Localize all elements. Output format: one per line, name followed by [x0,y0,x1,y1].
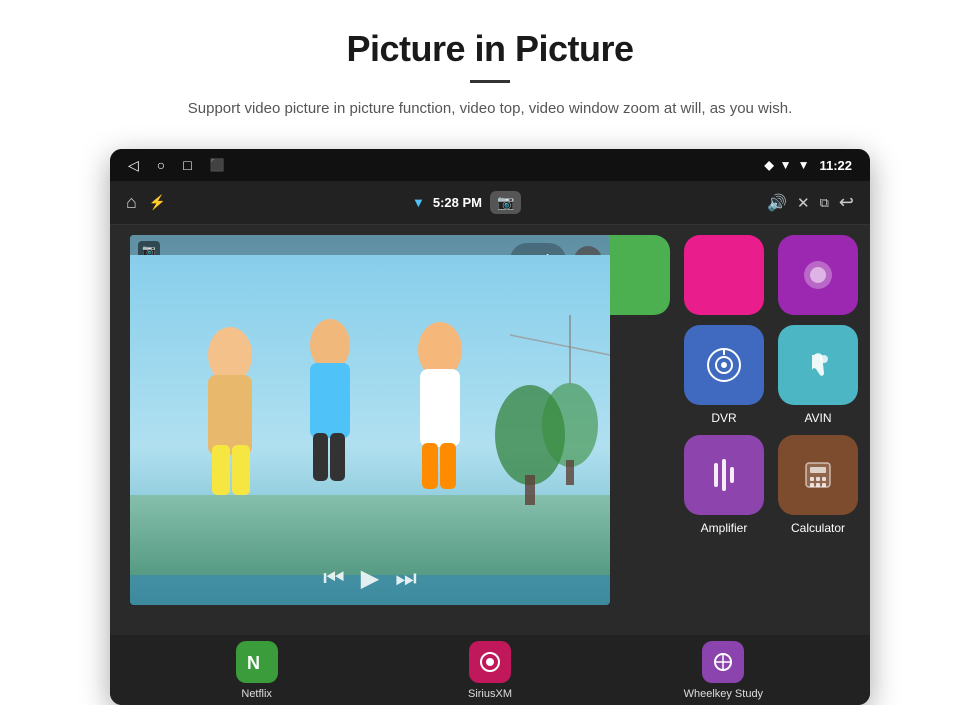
device-frame: ◁ ○ □ ⬛ ◆ ▼ ▼ 11:22 ⌂ ⚡ ▼ 5:28 PM � [110,149,870,705]
video-scene: 📷 − + ✕ [130,235,610,605]
toolbar-center: ▼ 5:28 PM 📷 [412,191,521,214]
fast-forward-button[interactable]: ⏭ [395,565,417,593]
main-content: DVR AVIN [110,225,870,635]
location-icon: ◆ [764,158,773,172]
page-subtitle: Support video picture in picture functio… [188,97,792,121]
status-time: 11:22 [819,158,852,173]
recent-icon[interactable]: □ [183,157,191,173]
camera-icon: 📷 [497,194,514,210]
back-icon[interactable]: ◁ [128,157,139,174]
app-grid: DVR AVIN [590,225,870,635]
bottom-app-siriusxm[interactable]: SiriusXM [373,641,606,700]
app-avin-icon [778,325,858,405]
app-row-top [602,235,858,315]
back-toolbar-icon[interactable]: ↩ [839,192,854,213]
dvr-label: DVR [711,411,736,425]
toolbar-home-icon[interactable]: ⌂ [126,192,137,213]
bottom-app-netflix[interactable]: N Netflix [140,641,373,700]
title-section: Picture in Picture Support video picture… [188,28,792,139]
home-icon[interactable]: ○ [157,157,165,173]
wifi-signal-icon: ▼ [780,158,792,172]
app-amplifier-icon [684,435,764,515]
pip-video: 📷 − + ✕ [130,235,610,605]
app-toolbar: ⌂ ⚡ ▼ 5:28 PM 📷 🔊 ✕ ⧉ ↩ [110,181,870,225]
camera-button[interactable]: 📷 [490,191,521,214]
status-bar-right: ◆ ▼ ▼ 11:22 [764,158,852,173]
bottom-app-row: N Netflix SiriusXM [110,635,870,705]
wifi-toolbar-icon: ▼ [412,195,425,210]
video-playback-controls[interactable]: ⏮ ▶ ⏭ [323,564,417,593]
calculator-label: Calculator [791,521,845,535]
app-amplifier[interactable]: Amplifier [684,435,764,535]
pip-icon[interactable]: ⧉ [820,195,829,211]
toolbar-usb-icon[interactable]: ⚡ [149,194,166,211]
svg-text:N: N [247,653,260,673]
app-row-bot: Amplifier [602,435,858,535]
app-calculator[interactable]: Calculator [778,435,858,535]
amplifier-label: Amplifier [701,521,748,535]
app-calculator-icon [778,435,858,515]
app-row-mid: DVR AVIN [602,325,858,425]
app-pink[interactable] [684,235,764,315]
app-avin[interactable]: AVIN [778,325,858,425]
toolbar-right: 🔊 ✕ ⧉ ↩ [767,192,854,213]
status-bar-left: ◁ ○ □ ⬛ [128,157,225,174]
title-divider [470,80,510,83]
volume-icon[interactable]: 🔊 [767,193,787,213]
page-title: Picture in Picture [188,28,792,70]
toolbar-left: ⌂ ⚡ [126,192,166,213]
app-dvr-icon [684,325,764,405]
bottom-app-wheelkey[interactable]: Wheelkey Study [607,641,840,700]
app-purple-light-icon [778,235,858,315]
netflix-icon: N [236,641,278,683]
avin-label: AVIN [804,411,831,425]
wheelkey-icon [702,641,744,683]
status-bar: ◁ ○ □ ⬛ ◆ ▼ ▼ 11:22 [110,149,870,181]
app-purple-light[interactable] [778,235,858,315]
app-dvr[interactable]: DVR [684,325,764,425]
toolbar-time: 5:28 PM [433,195,482,210]
app-pink-icon [684,235,764,315]
screenshot-icon[interactable]: ⬛ [210,158,225,172]
close-icon[interactable]: ✕ [797,194,810,212]
rewind-button[interactable]: ⏮ [323,565,345,593]
pip-container[interactable]: 📷 − + ✕ [130,235,610,605]
siriusxm-icon [469,641,511,683]
wifi-icon: ▼ [798,158,810,172]
play-pause-button[interactable]: ▶ [361,564,379,593]
video-people-art [130,255,610,575]
